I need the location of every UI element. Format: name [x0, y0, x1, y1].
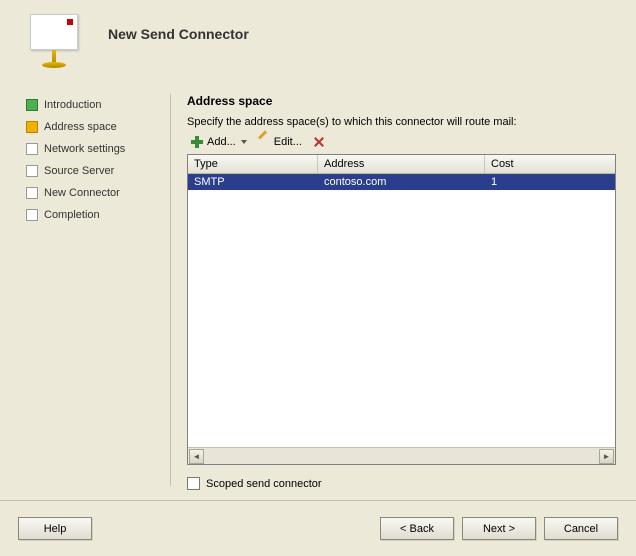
scoped-connector-checkbox[interactable] [187, 477, 200, 490]
wizard-title: New Send Connector [108, 26, 249, 42]
help-button[interactable]: Help [18, 517, 92, 540]
col-address[interactable]: Address [318, 155, 485, 173]
wizard-window: New Send Connector Introduction Address … [0, 0, 636, 556]
wizard-body: Introduction Address space Network setti… [0, 80, 636, 500]
step-source-server: Source Server [26, 160, 160, 182]
address-space-toolbar: Add... Edit... [187, 132, 616, 154]
step-label: Network settings [44, 143, 125, 155]
scoped-connector-row: Scoped send connector [187, 477, 616, 490]
page-description: Specify the address space(s) to which th… [187, 116, 616, 128]
plus-icon [190, 135, 204, 149]
back-button[interactable]: < Back [380, 517, 454, 540]
dropdown-arrow-icon [241, 140, 247, 144]
step-network-settings: Network settings [26, 138, 160, 160]
delete-icon [312, 135, 326, 149]
pending-step-icon [26, 143, 38, 155]
add-label: Add... [207, 136, 236, 148]
step-address-space: Address space [26, 116, 160, 138]
scroll-left-button[interactable]: ◄ [189, 449, 204, 464]
check-icon [26, 99, 38, 111]
col-cost[interactable]: Cost [485, 155, 615, 173]
step-new-connector: New Connector [26, 182, 160, 204]
cell-address: contoso.com [318, 174, 485, 190]
horizontal-scrollbar[interactable]: ◄ ► [188, 447, 615, 464]
add-button[interactable]: Add... [187, 134, 250, 150]
step-label: Address space [44, 121, 117, 133]
table-header: Type Address Cost [188, 155, 615, 174]
current-step-icon [26, 121, 38, 133]
col-type[interactable]: Type [188, 155, 318, 173]
wizard-steps-sidebar: Introduction Address space Network setti… [0, 80, 170, 500]
envelope-icon [30, 14, 78, 50]
pending-step-icon [26, 187, 38, 199]
page-heading: Address space [187, 94, 616, 108]
address-space-table: Type Address Cost SMTP contoso.com 1 ◄ ► [187, 154, 616, 465]
step-label: Source Server [44, 165, 114, 177]
scoped-connector-label: Scoped send connector [206, 478, 322, 490]
step-label: New Connector [44, 187, 120, 199]
pending-step-icon [26, 209, 38, 221]
table-body: SMTP contoso.com 1 [188, 174, 615, 447]
step-completion: Completion [26, 204, 160, 226]
pending-step-icon [26, 165, 38, 177]
next-button[interactable]: Next > [462, 517, 536, 540]
table-row[interactable]: SMTP contoso.com 1 [188, 174, 615, 190]
step-label: Introduction [44, 99, 101, 111]
step-label: Completion [44, 209, 100, 221]
pencil-icon [257, 135, 271, 149]
wizard-footer: Help < Back Next > Cancel [0, 500, 636, 556]
wizard-content: Address space Specify the address space(… [171, 80, 636, 500]
cancel-button[interactable]: Cancel [544, 517, 618, 540]
delete-button[interactable] [309, 134, 329, 150]
cell-type: SMTP [188, 174, 318, 190]
wizard-header: New Send Connector [0, 0, 636, 80]
step-introduction: Introduction [26, 94, 160, 116]
scroll-right-button[interactable]: ► [599, 449, 614, 464]
stand-icon [42, 50, 66, 70]
cell-cost: 1 [485, 174, 615, 190]
edit-label: Edit... [274, 136, 302, 148]
edit-button[interactable]: Edit... [254, 134, 305, 150]
